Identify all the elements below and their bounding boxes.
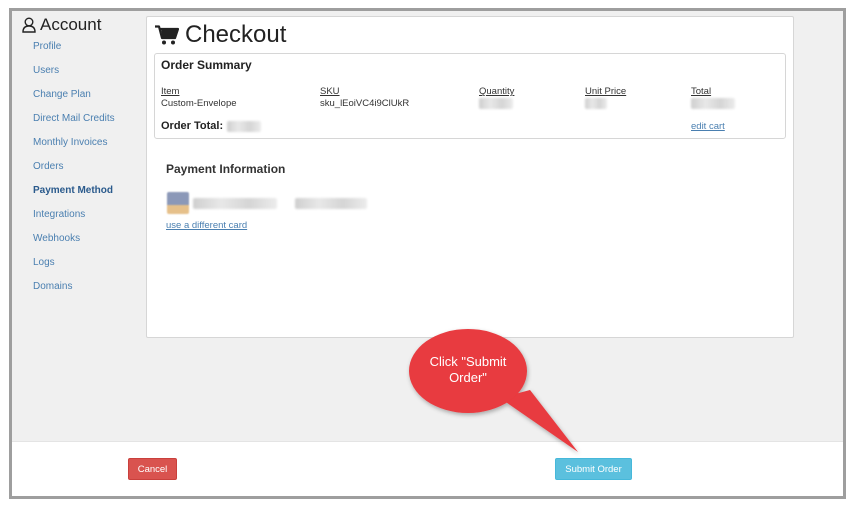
card-number bbox=[193, 197, 277, 209]
sidebar-item-integrations[interactable]: Integrations bbox=[33, 209, 115, 233]
sidebar-item-logs[interactable]: Logs bbox=[33, 257, 115, 281]
account-heading: Account bbox=[22, 15, 101, 35]
use-different-card-link[interactable]: use a different card bbox=[166, 220, 247, 231]
sidebar-item-monthly-invoices[interactable]: Monthly Invoices bbox=[33, 137, 115, 161]
checkout-title-text: Checkout bbox=[185, 21, 287, 48]
footer-bar: Cancel Submit Order bbox=[12, 441, 843, 496]
order-total-label: Order Total: bbox=[161, 120, 224, 132]
account-sidebar: Account Profile Users Change Plan Direct… bbox=[12, 11, 140, 441]
col-header-unit-price[interactable]: Unit Price bbox=[585, 86, 626, 97]
credit-card-icon bbox=[167, 192, 189, 214]
col-header-total[interactable]: Total bbox=[691, 86, 711, 97]
payment-card-row bbox=[167, 192, 367, 214]
col-header-item[interactable]: Item bbox=[161, 86, 179, 97]
col-header-quantity[interactable]: Quantity bbox=[479, 86, 514, 97]
sidebar-item-webhooks[interactable]: Webhooks bbox=[33, 233, 115, 257]
sidebar-item-payment-method[interactable]: Payment Method bbox=[33, 185, 115, 209]
sidebar-item-direct-mail-credits[interactable]: Direct Mail Credits bbox=[33, 113, 115, 137]
order-total: Order Total: bbox=[161, 120, 262, 132]
order-total-value bbox=[227, 120, 262, 132]
cancel-button[interactable]: Cancel bbox=[128, 458, 177, 480]
cell-item: Custom-Envelope bbox=[161, 98, 237, 109]
account-title-text: Account bbox=[40, 15, 102, 34]
order-summary-title: Order Summary bbox=[161, 58, 252, 72]
cart-icon bbox=[155, 25, 179, 45]
order-summary: Order Summary Item SKU Quantity Unit Pri… bbox=[154, 53, 786, 139]
user-icon bbox=[22, 17, 36, 33]
col-header-sku[interactable]: SKU bbox=[320, 86, 340, 97]
callout-line-1: Click "Submit bbox=[429, 354, 507, 369]
callout-line-2: Order" bbox=[449, 370, 487, 385]
sidebar-item-change-plan[interactable]: Change Plan bbox=[33, 89, 115, 113]
cell-sku: sku_lEoiVC4i9ClUkR bbox=[320, 98, 410, 109]
sidebar-nav: Profile Users Change Plan Direct Mail Cr… bbox=[33, 41, 115, 305]
cell-quantity bbox=[479, 98, 513, 112]
sidebar-item-domains[interactable]: Domains bbox=[33, 281, 115, 305]
callout-text: Click "Submit Order" bbox=[410, 354, 526, 386]
sidebar-item-profile[interactable]: Profile bbox=[33, 41, 115, 65]
sidebar-item-orders[interactable]: Orders bbox=[33, 161, 115, 185]
payment-information-title: Payment Information bbox=[166, 162, 286, 176]
sidebar-item-users[interactable]: Users bbox=[33, 65, 115, 89]
page-title: Checkout bbox=[155, 21, 286, 49]
edit-cart-link[interactable]: edit cart bbox=[691, 121, 725, 132]
submit-order-button[interactable]: Submit Order bbox=[555, 458, 632, 480]
card-expiry bbox=[295, 197, 367, 209]
cell-unit-price bbox=[585, 98, 607, 112]
app-window: Account Profile Users Change Plan Direct… bbox=[9, 8, 846, 499]
cell-total bbox=[691, 98, 735, 112]
checkout-panel: Checkout Order Summary Item SKU Quantity… bbox=[146, 16, 794, 338]
